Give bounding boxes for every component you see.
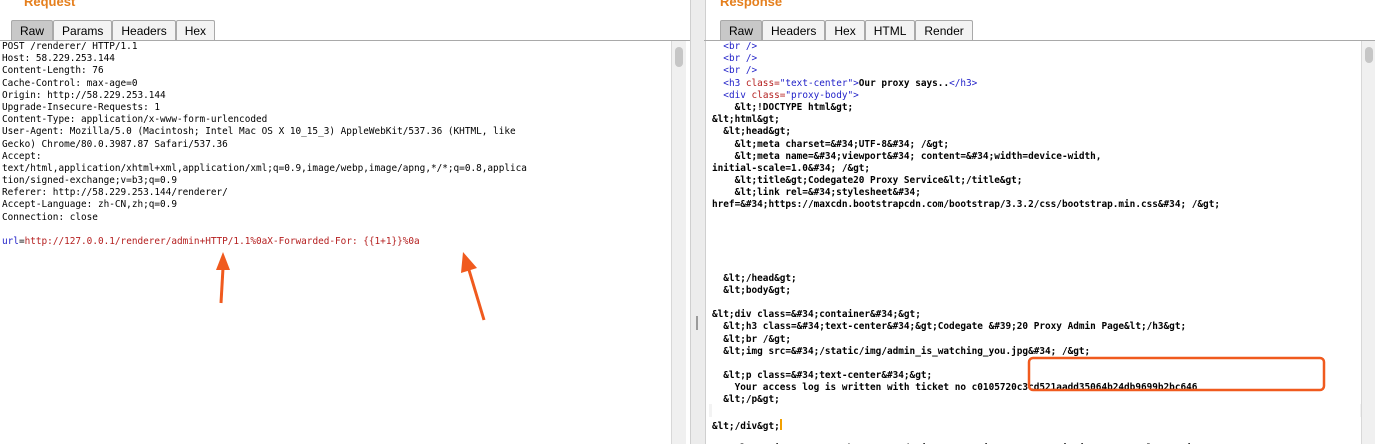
request-pane: Request Raw Params Headers Hex POST /render…: [0, 0, 690, 444]
tab-hex[interactable]: Hex: [825, 20, 865, 41]
request-title: Request: [24, 0, 76, 9]
response-body-line: &lt;head&gt;: [712, 126, 792, 138]
response-body-line: &lt;/head&gt;: [712, 272, 797, 284]
response-body-line: Your access log is written with ticket n…: [712, 382, 1198, 394]
tab-params[interactable]: Params: [53, 20, 113, 41]
response-editor[interactable]: <br /> <br /> <br /> <h3 class="text-cen…: [712, 41, 1360, 444]
response-body-line: &lt;link rel=&#34;stylesheet&#34;: [712, 187, 921, 199]
tab-raw[interactable]: Raw: [11, 20, 54, 41]
html-tag: <br />: [723, 65, 758, 77]
tab-render[interactable]: Render: [915, 20, 973, 41]
response-title: Response: [720, 0, 783, 9]
response-html-line: <br />: [712, 65, 1360, 77]
response-html-line: <br />: [712, 53, 1360, 65]
request-line: Content-Length: 76: [2, 65, 104, 77]
response-body-line: &lt;meta name=&#34;viewport&#34; content…: [712, 150, 1102, 162]
text-caret: [779, 418, 782, 430]
html-tag: <h3: [723, 77, 746, 89]
request-line: text/html,application/xhtml+xml,applicat…: [2, 162, 527, 174]
html-attr: class=: [745, 77, 780, 89]
request-editor[interactable]: POST /renderer/ HTTP/1.1 Host: 58.229.253…: [2, 41, 670, 444]
request-line: User-Agent: Mozilla/5.0 (Macintosh; Inte…: [2, 126, 516, 138]
request-body-line: url=http://127.0.0.1/renderer/admin+HTTP…: [2, 236, 670, 248]
response-body-line: &lt;!DOCTYPE html&gt;: [712, 101, 854, 113]
response-body-line: &lt;html&gt;: [712, 114, 780, 126]
response-body-line: &lt;img src=&#34;/static/img/admin_is_wa…: [712, 345, 1091, 357]
request-line: Content-Type: application/x-www-form-url…: [2, 114, 268, 126]
response-html-line: <br />: [712, 41, 1360, 53]
response-body-line: [712, 431, 1360, 443]
request-line: Referer: http://58.229.253.144/renderer/: [2, 187, 228, 199]
tab-html[interactable]: HTML: [864, 20, 916, 41]
response-body-line: &lt;h3 class=&#34;text-center&#34;&gt;Co…: [712, 321, 1187, 333]
response-body-line: initial-scale=1.0&#34; /&gt;: [712, 162, 871, 174]
response-body-line: &lt;div class=&#34;container&#34;&gt;: [712, 309, 921, 321]
html-tag: <br />: [723, 41, 758, 52]
body-param-key: url: [2, 236, 19, 247]
response-body-line: [712, 358, 1360, 370]
response-body-line: &lt;br /&gt;: [712, 333, 792, 345]
response-body-line: [712, 407, 1360, 419]
response-tabs: Raw Headers Hex HTML Render: [720, 20, 973, 41]
request-line: POST /renderer/ HTTP/1.1: [2, 41, 138, 52]
response-scrollbar-thumb[interactable]: [1365, 47, 1373, 63]
response-body-line: &lt;meta charset=&#34;UTF-8&#34; /&gt;: [712, 138, 950, 150]
html-tag: >: [853, 89, 859, 101]
splitter-grip-icon[interactable]: [696, 316, 698, 330]
html-text: Our proxy says..: [858, 77, 950, 89]
html-attr-value: "text-center": [779, 77, 854, 89]
response-body-line: [712, 224, 1360, 236]
html-tag: </h3>: [949, 77, 978, 89]
html-attr: class=: [751, 89, 786, 101]
response-body-line: href=&#34;https://maxcdn.bootstrapcdn.co…: [712, 199, 1220, 211]
request-scrollbar[interactable]: [671, 41, 686, 444]
request-line: tion/signed-exchange;v=b3;q=0.9: [2, 175, 177, 187]
html-tag: <div: [723, 89, 752, 101]
request-line: Accept-Language: zh-CN,zh;q=0.9: [2, 199, 177, 211]
tab-hex[interactable]: Hex: [175, 20, 216, 41]
response-body-line: &lt;/p&gt;: [712, 394, 780, 406]
request-line: Connection: close: [2, 211, 98, 223]
request-line: Host: 58.229.253.144: [2, 53, 115, 65]
response-body-line: [712, 248, 1360, 260]
request-tabs: Raw Params Headers Hex: [11, 20, 216, 41]
request-line: [2, 224, 670, 236]
request-line: Upgrade-Insecure-Requests: 1: [2, 101, 161, 113]
request-line: Accept:: [2, 150, 42, 162]
response-body-line: [712, 212, 1360, 224]
request-line: Origin: http://58.229.253.144: [2, 89, 166, 101]
response-body-line: [712, 260, 1360, 272]
request-line: Gecko) Chrome/80.0.3987.87 Safari/537.36: [2, 138, 228, 150]
html-tag: <br />: [723, 53, 758, 65]
response-html-line: <div class="proxy-body">: [712, 90, 1360, 102]
response-body-line: &lt;title&gt;Codegate20 Proxy Service&lt…: [712, 175, 1023, 187]
response-body-line: &lt;p class=&#34;text-center&#34;&gt;: [712, 370, 933, 382]
request-scrollbar-thumb[interactable]: [675, 47, 683, 67]
response-body-line: &lt;body&gt;: [712, 284, 792, 296]
response-body-line: [712, 297, 1360, 309]
tab-headers[interactable]: Headers: [762, 20, 826, 41]
request-line: Cache-Control: max-age=0: [2, 77, 138, 89]
tab-headers[interactable]: Headers: [112, 20, 176, 41]
html-attr-value: "proxy-body": [785, 89, 854, 101]
response-body-line: [712, 236, 1360, 248]
response-body-line: &lt;/div&gt;: [712, 418, 782, 432]
body-param-value: http://127.0.0.1/renderer/admin+HTTP/1.1…: [24, 236, 420, 247]
response-html-line: <h3 class="text-center">Our proxy says..…: [712, 78, 1360, 90]
response-scrollbar[interactable]: [1361, 41, 1375, 444]
tab-raw[interactable]: Raw: [720, 20, 763, 41]
